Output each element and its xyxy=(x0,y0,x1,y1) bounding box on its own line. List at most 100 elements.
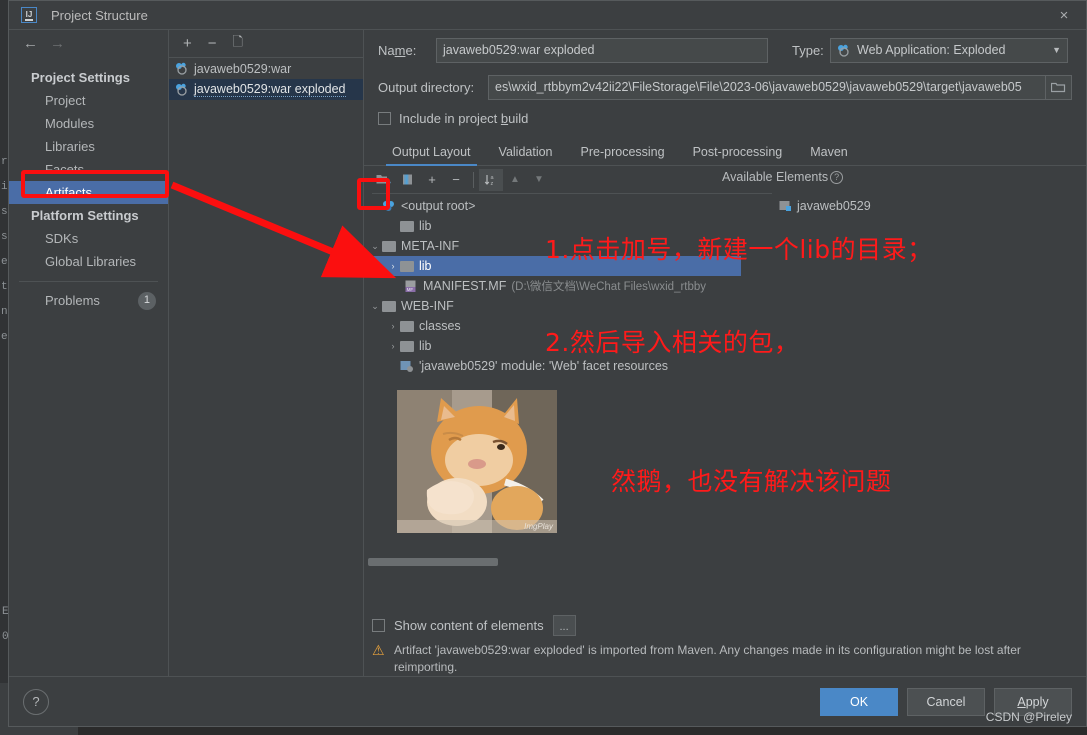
manifest-icon: MF xyxy=(405,280,416,292)
tree-label: lib xyxy=(419,339,432,353)
svg-text:MF: MF xyxy=(407,287,414,292)
chevron-down-icon[interactable]: ⌄ xyxy=(368,301,382,312)
artifact-name-input[interactable]: javaweb0529:war exploded xyxy=(436,37,768,63)
add-element-button[interactable]: + xyxy=(420,169,444,191)
tab-output-layout[interactable]: Output Layout xyxy=(378,140,485,166)
warning-text: Artifact 'javaweb0529:war exploded' is i… xyxy=(394,643,1021,674)
sort-az-icon: a z xyxy=(484,174,494,187)
move-up-button[interactable]: ▲ xyxy=(503,169,527,191)
chevron-right-icon[interactable]: › xyxy=(386,321,400,331)
move-down-button[interactable]: ▼ xyxy=(527,169,551,191)
sidebar-item-global-libraries[interactable]: Global Libraries xyxy=(9,250,168,273)
ok-button[interactable]: OK xyxy=(820,687,898,716)
include-in-build-checkbox[interactable] xyxy=(378,111,391,125)
toolbar-separator xyxy=(473,171,474,188)
include-in-build-row[interactable]: Include in project build xyxy=(364,104,1086,132)
tree-label: lib xyxy=(419,259,432,273)
logo-text: IJ xyxy=(24,9,34,21)
more-options-button[interactable]: ... xyxy=(552,614,576,636)
tree-row[interactable]: 'javaweb0529' module: 'Web' facet resour… xyxy=(364,356,741,376)
tree-row[interactable]: <output root> xyxy=(364,196,741,216)
show-content-label: Show content of elements xyxy=(394,617,544,633)
name-row: Name: javaweb0529:war exploded Type: Web… xyxy=(364,30,1086,70)
detail-tabs: Output Layout Validation Pre-processing … xyxy=(364,140,1086,166)
chevron-right-icon[interactable]: › xyxy=(386,341,400,351)
sidebar-list: Project Settings Project Modules Librari… xyxy=(9,57,168,312)
maven-warning: ⚠ Artifact 'javaweb0529:war exploded' is… xyxy=(364,640,1086,676)
artifacts-list: javaweb0529:war javaweb0529:war exploded xyxy=(169,57,363,676)
folder-icon xyxy=(400,260,414,272)
available-element-label: javaweb0529 xyxy=(797,199,871,213)
list-item[interactable]: javaweb0529:war exploded xyxy=(169,79,363,100)
chevron-right-icon[interactable]: › xyxy=(386,261,400,271)
tree-label: WEB-INF xyxy=(401,299,454,313)
create-directory-button[interactable] xyxy=(372,169,396,191)
annotation-result: 然鹅，也没有解决该问题 xyxy=(611,467,892,496)
cancel-button[interactable]: Cancel xyxy=(907,687,985,716)
intellij-logo-icon: IJ xyxy=(21,7,37,23)
sidebar-item-modules[interactable]: Modules xyxy=(9,112,168,135)
folder-icon xyxy=(400,340,414,352)
add-artifact-button[interactable]: + xyxy=(183,35,192,52)
tab-post-processing[interactable]: Post-processing xyxy=(679,140,797,165)
output-layout-toolbar: + − a z ▲ ▼ Available Elements ? xyxy=(364,166,1086,193)
list-item[interactable]: javaweb0529:war xyxy=(169,58,363,79)
artifacts-list-panel: + − 🗋 javaweb0529:war javaweb0529:war ex… xyxy=(169,30,364,676)
dialog-title: Project Structure xyxy=(51,7,148,23)
include-in-build-label: Include in project build xyxy=(399,110,529,126)
sidebar-group-platform-settings: Platform Settings xyxy=(31,208,139,223)
remove-element-button[interactable]: − xyxy=(444,169,468,191)
show-content-checkbox[interactable] xyxy=(372,618,385,632)
sidebar-item-artifacts[interactable]: Artifacts xyxy=(9,181,168,204)
tab-validation[interactable]: Validation xyxy=(485,140,567,165)
tree-label: classes xyxy=(419,319,461,333)
copy-icon[interactable]: 🗋 xyxy=(233,33,243,55)
tab-maven[interactable]: Maven xyxy=(796,140,862,165)
sidebar-group-project-settings: Project Settings xyxy=(31,70,130,85)
facet-icon xyxy=(400,361,413,372)
back-arrow-icon[interactable]: ← xyxy=(23,35,38,52)
artifact-type-value: Web Application: Exploded xyxy=(857,43,1006,57)
create-archive-button[interactable] xyxy=(396,169,420,191)
sidebar-item-libraries[interactable]: Libraries xyxy=(9,135,168,158)
sort-az-button[interactable]: a z xyxy=(479,168,503,191)
tree-label: <output root> xyxy=(401,199,476,213)
close-icon[interactable]: × xyxy=(1042,1,1086,29)
output-directory-label: Output directory: xyxy=(378,79,475,95)
output-directory-row: Output directory: es\wxid_rtbbym2v42ii22… xyxy=(364,70,1086,104)
forward-arrow-icon[interactable]: → xyxy=(50,35,65,52)
available-elements-header: Available Elements ? xyxy=(722,170,844,184)
artifact-type-select[interactable]: Web Application: Exploded ▼ xyxy=(830,37,1068,63)
tree-row[interactable]: MF MANIFEST.MF (D:\微信文档\WeChat Files\wxi… xyxy=(364,276,741,296)
tree-row[interactable]: ⌄ WEB-INF xyxy=(364,296,741,316)
sidebar-item-project[interactable]: Project xyxy=(9,89,168,112)
remove-artifact-button[interactable]: − xyxy=(208,35,217,52)
dialog-footer: ? OK Cancel Apply CSDN @Pireley xyxy=(9,676,1086,726)
artifact-icon xyxy=(176,62,187,75)
annotation-step-2: 2.然后导入相关的包， xyxy=(545,328,800,357)
artifact-label: javaweb0529:war exploded xyxy=(194,82,346,97)
chevron-down-icon: ▼ xyxy=(1052,45,1061,55)
tab-pre-processing[interactable]: Pre-processing xyxy=(567,140,679,165)
sidebar-item-problems[interactable]: Problems 1 xyxy=(9,289,168,312)
output-directory-input[interactable]: es\wxid_rtbbym2v42ii22\FileStorage\File\… xyxy=(488,74,1046,100)
sidebar-item-facets[interactable]: Facets xyxy=(9,158,168,181)
folder-icon xyxy=(400,320,414,332)
available-element-item[interactable]: javaweb0529 xyxy=(741,196,1086,216)
sidebar-item-label: Problems xyxy=(45,293,100,308)
status-badge: 1 xyxy=(137,291,156,310)
help-icon[interactable]: ? xyxy=(830,170,844,184)
name-label: Name: xyxy=(378,42,417,58)
horizontal-scrollbar[interactable] xyxy=(368,558,498,566)
help-button[interactable]: ? xyxy=(23,688,49,715)
folder-icon xyxy=(382,300,396,312)
chevron-down-icon[interactable]: ⌄ xyxy=(368,241,382,252)
sidebar-divider xyxy=(19,281,158,282)
csdn-watermark: CSDN @Pireley xyxy=(985,710,1072,724)
cat-photo xyxy=(397,390,557,533)
sidebar-item-sdks[interactable]: SDKs xyxy=(9,227,168,250)
browse-folder-button[interactable] xyxy=(1046,74,1072,100)
web-application-icon xyxy=(838,44,849,57)
type-label: Type: xyxy=(792,42,824,58)
folder-add-icon xyxy=(376,175,391,185)
